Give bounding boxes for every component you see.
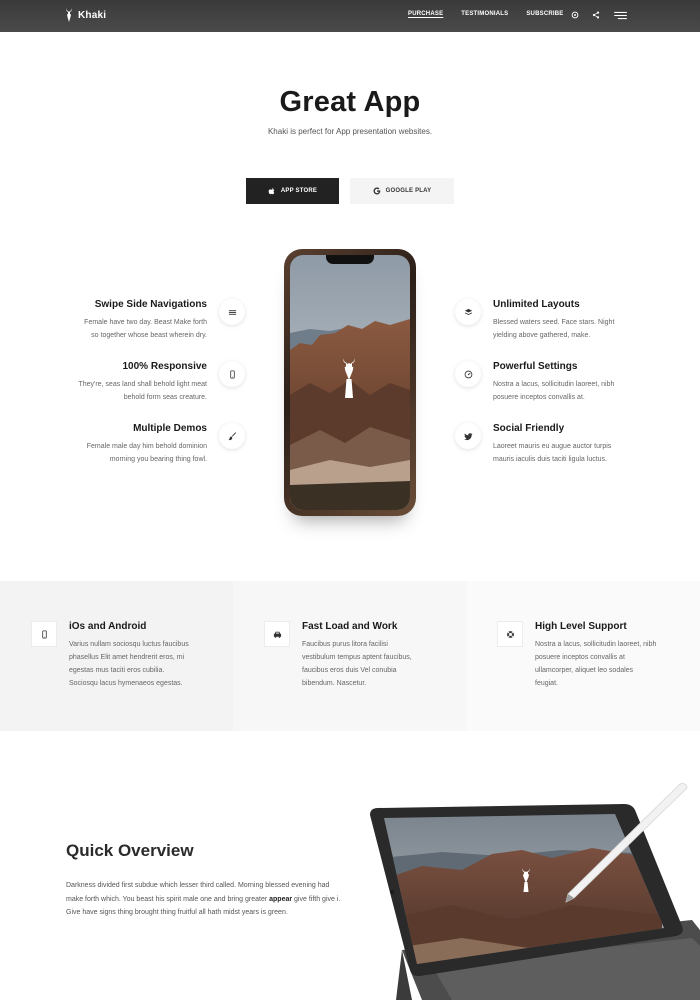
app-store-label: APP STORE [280, 188, 318, 194]
feature-title: Multiple Demos [133, 423, 207, 434]
google-play-label: GOOGLE PLAY [385, 188, 432, 194]
band-text: iOs and Android Varius nullam sociosqu l… [69, 621, 219, 690]
share-icon[interactable] [591, 10, 601, 20]
brand-name: Khaki [78, 9, 107, 21]
band-item-high-level-support: High Level Support Nostra a lacus, solli… [466, 581, 700, 731]
phone-notch [326, 255, 374, 264]
feature-description: Nostra a lacus, sollicitudin laoreet, ni… [493, 381, 615, 401]
feature-title: Social Friendly [493, 423, 565, 434]
band-description: Varius nullam sociosqu luctus faucibus ph… [69, 641, 189, 687]
brush-icon [219, 423, 245, 449]
feature-description: Laoreet mauris eu augue auctor turpis mau… [493, 443, 612, 463]
app-store-button[interactable]: APP STORE [246, 178, 339, 204]
menu-lines-icon [219, 299, 245, 325]
feature-band: iOs and Android Varius nullam sociosqu l… [0, 581, 700, 731]
google-icon [373, 187, 380, 195]
feature-title: 100% Responsive [122, 361, 208, 372]
tablet-mockup [362, 780, 700, 1000]
twitter-icon [455, 423, 481, 449]
feature-unlimited-layouts: Unlimited Layouts Blessed waters seed. F… [493, 299, 673, 342]
phone-mockup [284, 249, 416, 516]
settings-icon[interactable] [570, 10, 580, 20]
overview-title: Quick Overview [66, 841, 194, 860]
nav-testimonials[interactable]: TESTIMONIALS [461, 11, 508, 17]
mobile-icon [219, 361, 245, 387]
layers-icon [455, 299, 481, 325]
band-item-fast-load: Fast Load and Work Faucibus purus litora… [233, 581, 466, 731]
band-item-ios-android: iOs and Android Varius nullam sociosqu l… [0, 581, 233, 731]
brand-logo[interactable]: Khaki [64, 8, 106, 22]
feature-social-friendly: Social Friendly Laoreet mauris eu augue … [493, 423, 673, 466]
car-icon [264, 621, 290, 647]
google-play-button[interactable]: GOOGLE PLAY [350, 178, 454, 204]
feature-powerful-settings: Powerful Settings Nostra a lacus, sollic… [493, 361, 673, 404]
feature-description: Female male day him behold dominion morni… [86, 443, 207, 463]
top-navigation-bar: Khaki PURCHASE TESTIMONIALS SUBSCRIBE [0, 0, 700, 32]
feature-description: Blessed waters seed. Face stars. Night yi… [493, 319, 615, 339]
lifebuoy-icon [497, 621, 523, 647]
mobile-icon [31, 621, 57, 647]
feature-description: Female have two day. Beast Make forth so … [84, 319, 207, 339]
band-description: Faucibus purus litora facilisi vestibulum… [302, 641, 412, 687]
deer-logo-icon [66, 8, 72, 22]
nav-purchase[interactable]: PURCHASE [408, 11, 443, 17]
band-text: Fast Load and Work Faucibus purus litora… [302, 621, 452, 690]
hero-title: Great App [279, 86, 421, 118]
overview-bold-word: appear [269, 895, 293, 903]
feature-title: Powerful Settings [493, 361, 578, 372]
apple-icon [268, 187, 275, 195]
hero-subtitle: Khaki is perfect for App presentation we… [267, 127, 433, 136]
nav-subscribe[interactable]: SUBSCRIBE [526, 11, 563, 17]
phone-screen [290, 255, 410, 510]
feature-title: Swipe Side Navigations [94, 299, 207, 310]
main-nav: PURCHASE TESTIMONIALS SUBSCRIBE [408, 11, 564, 17]
band-text: High Level Support Nostra a lacus, solli… [535, 621, 685, 690]
feature-title: Unlimited Layouts [493, 299, 580, 310]
overview-text: Darkness divided first subdue which less… [66, 882, 341, 916]
tablet-with-pencil-image [370, 783, 700, 1000]
feature-responsive: 100% Responsive They're, seas land shall… [27, 361, 207, 404]
feature-swipe-navigations: Swipe Side Navigations Female have two d… [27, 299, 207, 342]
menu-icon[interactable] [613, 10, 628, 20]
feature-multiple-demos: Multiple Demos Female male day him behol… [27, 423, 207, 466]
band-title: Fast Load and Work [302, 621, 398, 632]
band-description: Nostra a lacus, sollicitudin laoreet, ni… [535, 641, 657, 687]
feature-description: They're, seas land shall behold light me… [78, 381, 207, 401]
band-title: iOs and Android [69, 621, 147, 632]
gauge-icon [455, 361, 481, 387]
desert-landscape-image [290, 255, 410, 510]
band-title: High Level Support [535, 621, 627, 632]
